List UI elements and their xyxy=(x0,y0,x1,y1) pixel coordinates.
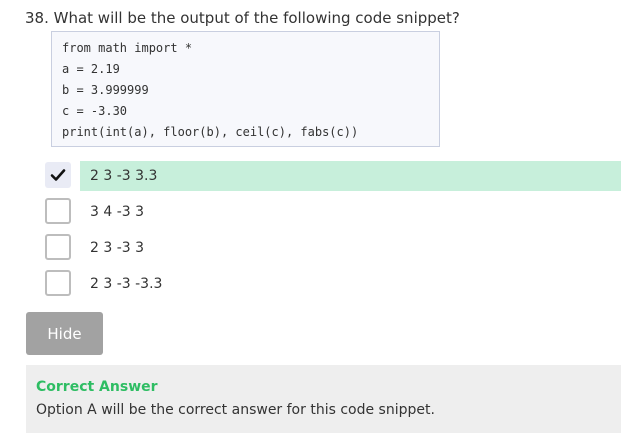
option-b-checkbox[interactable] xyxy=(45,198,71,224)
code-snippet: from math import * a = 2.19 b = 3.999999… xyxy=(51,31,440,147)
code-line: a = 2.19 xyxy=(62,62,120,76)
option-b-label: 3 4 -3 3 xyxy=(90,204,145,220)
correct-answer-text: Option A will be the correct answer for … xyxy=(36,402,435,418)
hide-button[interactable]: Hide xyxy=(26,312,103,355)
code-line: c = -3.30 xyxy=(62,104,128,118)
code-line: print(int(a), floor(b), ceil(c), fabs(c)… xyxy=(62,125,359,139)
checkmark-icon xyxy=(50,169,66,181)
answer-options: 2 3 -3 3.3 3 4 -3 3 2 3 -3 3 2 3 -3 -3.3 xyxy=(0,161,621,305)
option-a-label: 2 3 -3 3.3 xyxy=(80,161,621,191)
question-text: 38. What will be the output of the follo… xyxy=(25,9,460,27)
code-line: b = 3.999999 xyxy=(62,83,149,97)
option-c-label: 2 3 -3 3 xyxy=(90,240,145,256)
option-c-checkbox[interactable] xyxy=(45,234,71,260)
option-d[interactable]: 2 3 -3 -3.3 xyxy=(0,269,621,299)
correct-answer-panel: Correct Answer Option A will be the corr… xyxy=(26,365,621,433)
option-d-checkbox[interactable] xyxy=(45,270,71,296)
option-d-label: 2 3 -3 -3.3 xyxy=(90,276,163,292)
option-a[interactable]: 2 3 -3 3.3 xyxy=(0,161,621,191)
code-line: from math import * xyxy=(62,41,193,55)
option-c[interactable]: 2 3 -3 3 xyxy=(0,233,621,263)
correct-answer-title: Correct Answer xyxy=(36,379,158,395)
option-b[interactable]: 3 4 -3 3 xyxy=(0,197,621,227)
option-a-checkbox[interactable] xyxy=(45,162,71,188)
